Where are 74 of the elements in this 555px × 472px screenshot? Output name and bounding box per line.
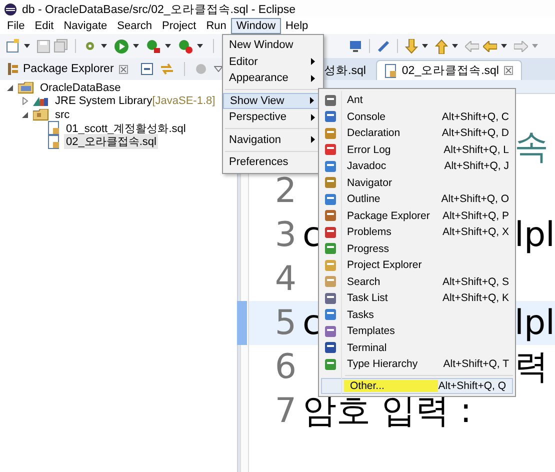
menu-bar-item[interactable]: Navigate: [58, 18, 112, 34]
caret-icon[interactable]: [197, 44, 203, 48]
menu-item[interactable]: Problems Alt+Shift+Q, X: [319, 224, 515, 240]
project-folder-icon: [18, 82, 34, 94]
menu-item[interactable]: Progress: [319, 240, 515, 257]
tree-item[interactable]: 01_scott_계정활성화.sql: [64, 120, 188, 136]
run-icon[interactable]: [114, 38, 129, 54]
books-icon: [33, 95, 49, 108]
package-folder-icon: [33, 108, 49, 121]
line-number: 5: [274, 303, 297, 343]
code-text: 암호 입력 :: [302, 391, 472, 431]
line-number: 7: [274, 391, 297, 431]
menu-bar-item[interactable]: Edit: [30, 18, 59, 34]
eclipse-logo-icon: [4, 2, 17, 16]
menu-item[interactable]: Terminal: [319, 340, 515, 356]
line-number: 6: [274, 347, 297, 387]
caret-icon[interactable]: [501, 44, 507, 48]
menu-item[interactable]: Templates: [319, 323, 515, 340]
collapsed-arrow-icon[interactable]: [21, 97, 29, 106]
code-text: lpl: [514, 303, 555, 343]
line-number: 4: [274, 259, 297, 299]
code-text: 속: [514, 126, 549, 169]
close-icon[interactable]: [118, 64, 128, 74]
new-file-icon[interactable]: [6, 39, 20, 53]
down-arrow-icon[interactable]: [405, 38, 418, 54]
collapse-all-icon[interactable]: [140, 63, 153, 75]
line-number: 3: [274, 215, 297, 255]
file-icon: [48, 121, 60, 136]
caret-icon[interactable]: [133, 44, 139, 48]
up-arrow-icon[interactable]: [435, 38, 448, 54]
menu-item[interactable]: Javadoc Alt+Shift+Q, J: [319, 158, 515, 174]
menu-item[interactable]: Package Explorer Alt+Shift+Q, P: [319, 208, 515, 224]
caret-icon[interactable]: [24, 44, 30, 48]
caret-icon[interactable]: [452, 44, 458, 48]
menu-item[interactable]: Outline Alt+Shift+Q, O: [319, 191, 515, 208]
menu-bar-item[interactable]: File: [2, 18, 30, 34]
tree-item[interactable]: OracleDataBase: [38, 82, 123, 94]
file-icon: [48, 134, 60, 149]
tree-item[interactable]: src: [53, 108, 72, 121]
code-text: 력: [514, 346, 549, 389]
editor-tab[interactable]: 02_오라클접속.sql: [376, 60, 522, 80]
menu-item[interactable]: Task List Alt+Shift+Q, K: [319, 290, 515, 306]
menu-item[interactable]: Project Explorer: [319, 257, 515, 274]
package-explorer-title: Package Explorer: [23, 63, 114, 75]
menu-item[interactable]: Search Alt+Shift+Q, S: [319, 274, 515, 290]
run-stop-icon[interactable]: [178, 38, 193, 54]
menu-item[interactable]: Other... Alt+Shift+Q, Q: [321, 378, 513, 394]
menu-bar-item[interactable]: Project: [156, 18, 202, 34]
file-icon: [384, 64, 397, 78]
menu-item[interactable]: Navigator: [319, 174, 515, 191]
close-icon[interactable]: [504, 66, 513, 75]
back-arrow-icon[interactable]: [483, 40, 497, 52]
expanded-arrow-icon[interactable]: [6, 84, 14, 92]
save-icon[interactable]: [37, 40, 50, 52]
caret-icon[interactable]: [165, 44, 171, 48]
caret-icon[interactable]: [101, 44, 107, 48]
run-server-icon[interactable]: [146, 38, 161, 54]
code-text: lpl: [514, 215, 555, 255]
menu-bar-item[interactable]: Help: [280, 18, 314, 34]
line-number: 2: [274, 171, 297, 211]
menu-item[interactable]: Type Hierarchy Alt+Shift+Q, T: [319, 356, 515, 372]
caret-icon[interactable]: [422, 44, 428, 48]
menu-item[interactable]: Tasks: [319, 306, 515, 323]
tree-item[interactable]: JRE System Library[JavaSE-1.8]: [53, 95, 218, 108]
menu-item[interactable]: New Window: [223, 37, 323, 54]
tree-item[interactable]: 02_오라클접속.sql: [64, 134, 158, 150]
expanded-arrow-icon[interactable]: [21, 110, 29, 119]
view-menu-icon[interactable]: [214, 66, 223, 72]
menu-bar-item[interactable]: Search: [112, 18, 157, 34]
menu-bar-item[interactable]: Window: [231, 18, 281, 34]
menu-item[interactable]: Appearance: [223, 70, 323, 86]
menu-item[interactable]: Editor: [223, 54, 323, 70]
window-title: db - OracleDataBase/src/02_오라클접속.sql - Eclipse: [22, 2, 296, 16]
menu-bar-item[interactable]: Run: [201, 18, 232, 34]
